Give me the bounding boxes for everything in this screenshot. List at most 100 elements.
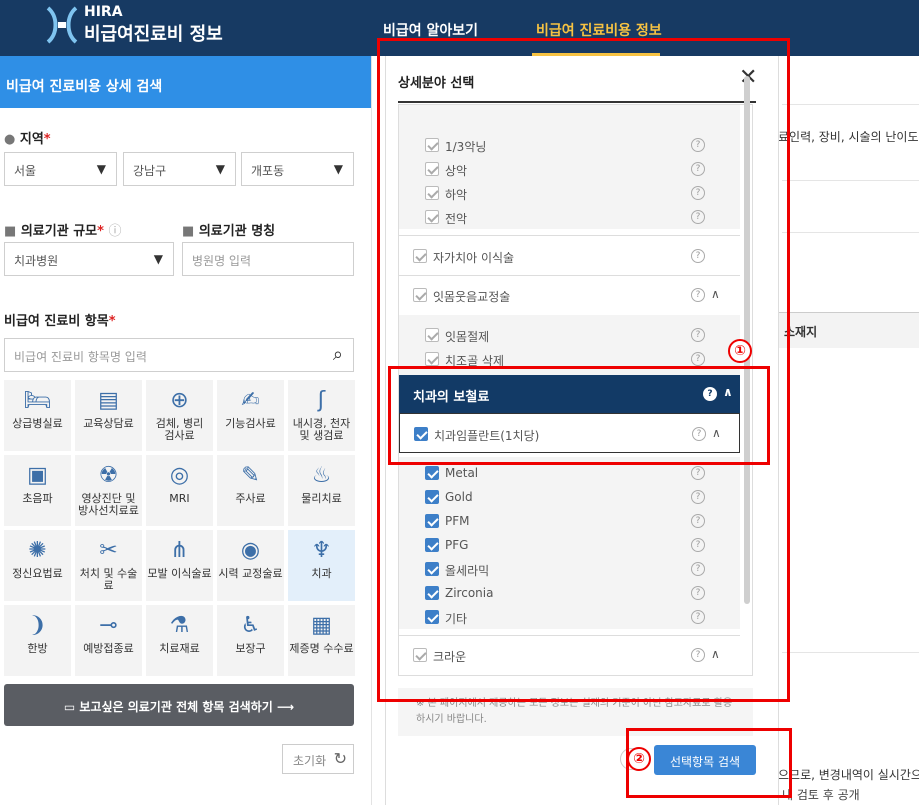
category-certificate[interactable]: ▦ 제증명 수수료 <box>288 605 355 676</box>
tree-row[interactable]: 기타? <box>399 605 740 629</box>
category-hair[interactable]: ⋔ 모발 이식술료 <box>146 530 213 601</box>
tree-row[interactable]: PFG? <box>399 533 740 557</box>
chevron-up-icon[interactable]: ∧ <box>711 647 720 661</box>
tree-row[interactable]: 1/3악닝? <box>399 133 740 157</box>
tree-row[interactable]: 잇몸웃음교정술? ∧ <box>399 276 740 314</box>
tree-row[interactable]: 하악? <box>399 181 740 205</box>
tree-row[interactable]: 잇몸절제? <box>399 323 740 347</box>
help-icon[interactable]: ? <box>691 586 705 600</box>
checkbox[interactable] <box>413 648 427 662</box>
category-tooth[interactable]: ♆ 치과 <box>288 530 355 601</box>
institution-name-input[interactable]: 병원명 입력 <box>182 242 354 276</box>
help-icon[interactable]: ? <box>691 538 705 552</box>
tree-row[interactable]: PFM? <box>399 509 740 533</box>
tree-row[interactable]: 올세라믹? <box>399 557 740 581</box>
help-icon[interactable]: ? <box>691 562 705 576</box>
microscope-icon: ⊕ <box>170 388 189 413</box>
help-icon[interactable]: ? <box>691 162 705 176</box>
ultrasound-icon: ▣ <box>27 463 48 488</box>
region-dong-select[interactable]: 개포동 ▼ <box>241 152 354 186</box>
help-icon[interactable]: ? <box>691 352 705 366</box>
modal-note: ※ 본 페이지에서 제공하는 모든 정보는 실제의 기준이 아닌 참고자료로 활… <box>398 688 753 736</box>
checkbox[interactable] <box>425 490 439 504</box>
category-ear[interactable]: ❩ 한방 <box>4 605 71 676</box>
category-mri[interactable]: ◎ MRI <box>146 455 213 526</box>
category-hospital-bed[interactable]: 🛏 상급병실료 <box>4 380 71 451</box>
category-label: 치과 <box>311 567 332 580</box>
category-endoscope[interactable]: ʃ 내시경, 천자 및 생검료 <box>288 380 355 451</box>
nav-learn-noncovered[interactable]: 비급여 알아보기 <box>383 20 478 40</box>
region-district-select[interactable]: 강남구 ▼ <box>123 152 236 186</box>
tree-row[interactable]: 치조골 삭제? <box>399 347 740 371</box>
checkbox[interactable] <box>425 138 439 152</box>
help-icon[interactable]: ? <box>691 249 705 263</box>
help-icon[interactable]: ? <box>691 288 705 302</box>
chevron-up-icon[interactable]: ∧ <box>712 426 721 440</box>
scale-label: ■ 의료기관 규모* ⓘ <box>4 224 122 239</box>
tree-row[interactable]: 상악? <box>399 157 740 181</box>
help-icon[interactable]: ? <box>692 427 706 441</box>
help-icon[interactable]: ? <box>691 138 705 152</box>
category-wheelchair[interactable]: ♿ 보장구 <box>217 605 284 676</box>
checkbox[interactable] <box>413 288 427 302</box>
category-syringe[interactable]: ✎ 주사료 <box>217 455 284 526</box>
category-physiotherapy[interactable]: ♨ 물리치료 <box>288 455 355 526</box>
chevron-up-icon[interactable]: ∧ <box>723 385 733 399</box>
category-microscope[interactable]: ⊕ 검체, 병리 검사료 <box>146 380 213 451</box>
divider <box>399 235 740 236</box>
nav-cost-info[interactable]: 비급여 진료비용 정보 <box>536 20 662 40</box>
help-icon[interactable]: ? <box>691 186 705 200</box>
help-icon[interactable]: ⓘ <box>108 224 121 239</box>
category-radiology[interactable]: ☢ 영상진단 및 방사선치료료 <box>75 455 142 526</box>
checkbox[interactable] <box>425 328 439 342</box>
arrow-right-icon: ⟶ <box>276 700 295 714</box>
help-icon[interactable]: ? <box>691 514 705 528</box>
tree-row[interactable]: 전악? <box>399 205 740 229</box>
checkbox[interactable] <box>425 162 439 176</box>
category-function-test[interactable]: ✍ 기능검사료 <box>217 380 284 451</box>
category-eye[interactable]: ◉ 시력 교정술료 <box>217 530 284 601</box>
tree-row[interactable]: Gold? <box>399 485 740 509</box>
search-icon[interactable]: ⌕ <box>333 344 343 365</box>
category-label: 제증명 수수료 <box>289 642 354 655</box>
checkbox[interactable] <box>425 586 439 600</box>
checkbox[interactable] <box>425 610 439 624</box>
checkbox[interactable] <box>425 352 439 366</box>
category-ultrasound[interactable]: ▣ 초음파 <box>4 455 71 526</box>
search-selected-button[interactable]: 선택항목 검색 <box>654 745 756 775</box>
category-brain[interactable]: ✺ 정신요법료 <box>4 530 71 601</box>
checkbox[interactable] <box>425 210 439 224</box>
help-icon[interactable]: ? <box>691 210 705 224</box>
reset-button[interactable]: 초기화 ↻ <box>282 744 354 774</box>
checkbox[interactable] <box>413 249 427 263</box>
category-surgery[interactable]: ✂ 처치 및 수술료 <box>75 530 142 601</box>
help-icon[interactable]: ? <box>691 648 705 662</box>
category-material[interactable]: ⚗ 치료재료 <box>146 605 213 676</box>
category-label: 초음파 <box>22 492 53 505</box>
help-icon[interactable]: ? <box>691 466 705 480</box>
tree-row[interactable]: 자가치아 이식술? <box>399 237 740 275</box>
help-icon[interactable]: ? <box>691 610 705 624</box>
tree-row[interactable]: 치과임플란트(1치당)? ∧ <box>399 413 740 453</box>
chevron-up-icon[interactable]: ∧ <box>711 287 720 301</box>
category-consultation[interactable]: ▤ 교육상담료 <box>75 380 142 451</box>
region-city-select[interactable]: 서울 ▼ <box>4 152 117 186</box>
checkbox[interactable] <box>425 186 439 200</box>
checkbox[interactable] <box>425 538 439 552</box>
help-icon[interactable]: ? <box>691 490 705 504</box>
tree-row[interactable]: Zirconia? <box>399 581 740 605</box>
category-label: 보장구 <box>235 642 266 655</box>
checkbox[interactable] <box>425 466 439 480</box>
checkbox[interactable] <box>425 514 439 528</box>
checkbox[interactable] <box>414 427 428 441</box>
help-icon[interactable]: ? <box>703 387 717 401</box>
category-vaccine[interactable]: ⊸ 예방접종료 <box>75 605 142 676</box>
items-search-input[interactable]: 비급여 진료비 항목명 입력 ⌕ <box>4 338 354 372</box>
tree-row[interactable]: Metal? <box>399 461 740 485</box>
scale-select[interactable]: 치과병원 ▼ <box>4 242 174 276</box>
help-icon[interactable]: ? <box>691 328 705 342</box>
section-dental-prosthetics[interactable]: 치과의 보철료? ∧ <box>399 375 740 413</box>
checkbox[interactable] <box>425 562 439 576</box>
search-all-items-button[interactable]: ▭ 보고싶은 의료기관 전체 항목 검색하기 ⟶ <box>4 684 354 726</box>
tree-row[interactable]: 크라운? ∧ <box>399 636 740 674</box>
